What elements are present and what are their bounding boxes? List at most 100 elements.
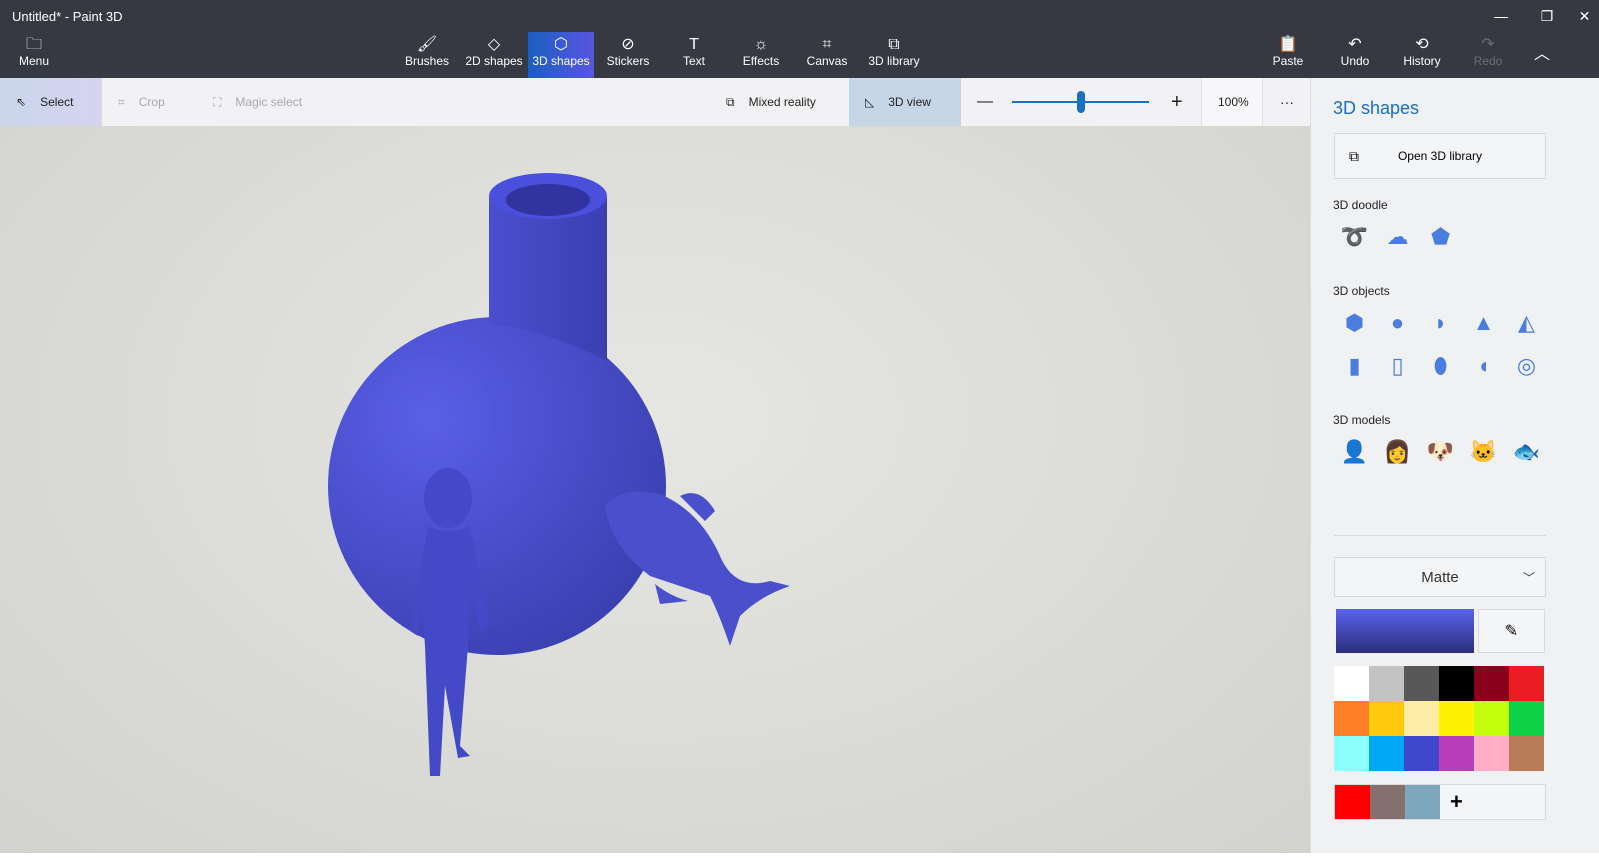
color-swatch[interactable] (1369, 666, 1404, 701)
library-icon: ⧉ (888, 36, 900, 53)
zoom-slider[interactable] (1012, 91, 1149, 113)
color-swatch[interactable] (1369, 701, 1404, 736)
color-swatch[interactable] (1509, 666, 1544, 701)
fish-model-icon[interactable]: 🐟 (1505, 430, 1548, 473)
sphere[interactable] (328, 317, 666, 655)
3d-view-toggle[interactable]: ◺ 3D view (849, 78, 961, 126)
cone-icon[interactable]: ▲ (1462, 301, 1505, 344)
history-icon: ⟲ (1415, 36, 1429, 53)
cube-icon: ⬡ (554, 36, 568, 53)
tab-2d-shapes[interactable]: ◇ 2D shapes (461, 32, 527, 78)
3d-view-icon: ◺ (865, 95, 875, 109)
menu-button[interactable]: 🗀 Menu (1, 32, 67, 78)
color-swatch[interactable] (1474, 736, 1509, 771)
sticker-icon: ⊘ (621, 36, 635, 53)
sphere-icon[interactable]: ● (1376, 301, 1419, 344)
3d-view-label: 3D view (888, 95, 931, 109)
folder-icon: 🗀 (25, 36, 42, 53)
panel-edge (1568, 78, 1599, 853)
man-model-icon[interactable]: 👤 (1333, 430, 1376, 473)
add-color-button[interactable]: + (1440, 785, 1545, 819)
zoom-slider-thumb[interactable] (1076, 91, 1085, 113)
color-swatch[interactable] (1369, 736, 1404, 771)
cat-model-icon[interactable]: 🐱 (1462, 430, 1505, 473)
dog-model-icon[interactable]: 🐶 (1419, 430, 1462, 473)
cylinder-icon[interactable]: ▮ (1333, 344, 1376, 387)
mixed-reality-button[interactable]: ⧉ Mixed reality (710, 78, 832, 126)
models-heading: 3D models (1333, 413, 1391, 427)
hemisphere-icon[interactable]: ◗ (1419, 301, 1462, 344)
capsule-icon[interactable]: ⬮ (1419, 344, 1462, 387)
tube-icon[interactable]: ▯ (1376, 344, 1419, 387)
magic-select-button[interactable]: ⛶ Magic select (197, 78, 318, 126)
cube-icon[interactable]: ⬢ (1333, 301, 1376, 344)
tab-3d-library[interactable]: ⧉ 3D library (861, 32, 927, 78)
magic-select-icon: ⛶ (213, 94, 222, 109)
tab-canvas[interactable]: ⌗ Canvas (794, 32, 860, 78)
model-tools: 👤 👩 🐶 🐱 🐟 (1333, 430, 1548, 473)
eyedropper-button[interactable]: ✎ (1478, 609, 1545, 653)
history-button[interactable]: ⟲ History (1389, 32, 1455, 78)
pyramid-icon[interactable]: ◭ (1505, 301, 1548, 344)
zoom-in-button[interactable]: + (1155, 78, 1199, 126)
undo-button[interactable]: ↶ Undo (1322, 32, 1388, 78)
tab-text[interactable]: T Text (661, 32, 727, 78)
tab-stickers[interactable]: ⊘ Stickers (595, 32, 661, 78)
tab-label: Effects (742, 54, 780, 68)
paste-label: Paste (1272, 54, 1304, 68)
canvas-3d[interactable] (0, 126, 1310, 853)
color-swatch[interactable] (1334, 736, 1369, 771)
soft-doodle-icon[interactable]: ☁ (1376, 215, 1419, 258)
objects-heading: 3D objects (1333, 284, 1390, 298)
paste-button[interactable]: 📋 Paste (1255, 32, 1321, 78)
color-swatch[interactable] (1509, 701, 1544, 736)
zoom-out-button[interactable]: — (961, 78, 1009, 126)
sharp-doodle-icon[interactable]: ➰ (1333, 215, 1376, 258)
select-button[interactable]: ⇖ Select (0, 78, 102, 126)
open-3d-library-button[interactable]: ⧉ Open 3D library (1334, 133, 1546, 179)
custom-color-swatch[interactable] (1405, 785, 1440, 819)
collapse-ribbon-button[interactable]: ︿ (1522, 32, 1562, 78)
color-swatch[interactable] (1439, 736, 1474, 771)
magic-select-label: Magic select (235, 95, 303, 109)
history-label: History (1403, 54, 1441, 68)
more-button[interactable]: ··· (1264, 78, 1310, 126)
zoom-value[interactable]: 100% (1201, 78, 1263, 126)
custom-color-swatch[interactable] (1370, 785, 1405, 819)
current-color-swatch[interactable] (1336, 609, 1474, 653)
redo-icon: ↷ (1481, 36, 1495, 53)
material-dropdown[interactable]: Matte ﹀ (1334, 557, 1546, 597)
tube-doodle-icon[interactable]: ⬟ (1419, 215, 1462, 258)
crop-button[interactable]: ⌗ Crop (102, 78, 181, 126)
color-swatch[interactable] (1474, 666, 1509, 701)
color-swatch[interactable] (1404, 701, 1439, 736)
woman-model-icon[interactable]: 👩 (1376, 430, 1419, 473)
color-swatch[interactable] (1404, 666, 1439, 701)
close-button[interactable]: ✕ (1570, 4, 1599, 28)
divider (1334, 535, 1546, 536)
canvas-icon: ⌗ (822, 36, 832, 53)
donut-icon[interactable]: ◎ (1505, 344, 1548, 387)
color-swatch[interactable] (1439, 666, 1474, 701)
color-swatch[interactable] (1404, 736, 1439, 771)
tube-hole (506, 184, 590, 216)
material-value: Matte (1421, 568, 1459, 586)
curved-cylinder-icon[interactable]: ◖ (1462, 344, 1505, 387)
custom-color-swatch[interactable] (1335, 785, 1370, 819)
color-swatch[interactable] (1439, 701, 1474, 736)
tab-effects[interactable]: ☼ Effects (728, 32, 794, 78)
redo-button[interactable]: ↷ Redo (1455, 32, 1521, 78)
color-swatch[interactable] (1509, 736, 1544, 771)
mixed-reality-icon: ⧉ (726, 94, 735, 109)
undo-icon: ↶ (1348, 36, 1362, 53)
color-swatch[interactable] (1474, 701, 1509, 736)
color-swatch[interactable] (1334, 701, 1369, 736)
crop-icon: ⌗ (118, 94, 125, 109)
redo-label: Redo (1473, 54, 1503, 68)
tab-brushes[interactable]: 🖌 Brushes (394, 32, 460, 78)
color-swatch[interactable] (1334, 666, 1369, 701)
side-panel: 3D shapes ⧉ Open 3D library 3D doodle ➰ ☁ ⬟… (1310, 78, 1568, 853)
restore-button[interactable]: ❐ (1524, 4, 1570, 28)
tab-label: Brushes (404, 54, 450, 68)
tab-3d-shapes[interactable]: ⬡ 3D shapes (528, 32, 594, 78)
